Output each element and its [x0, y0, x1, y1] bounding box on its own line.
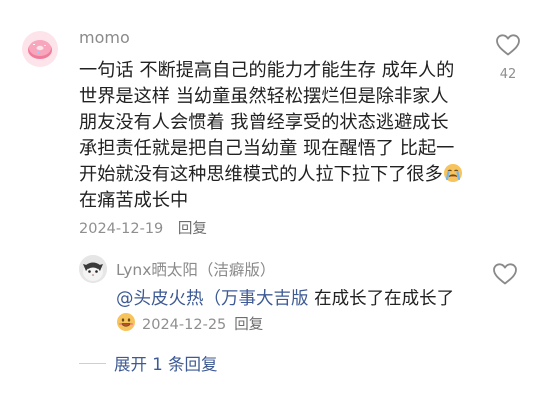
crying-face-emoji [443, 164, 462, 182]
cat-avatar-icon [79, 255, 107, 283]
reply-like-button[interactable] [492, 262, 518, 290]
comment-meta: 2024-12-19 回复 [79, 217, 207, 238]
comment-date: 2024-12-19 [79, 221, 164, 237]
heart-outline-icon [496, 34, 520, 56]
reply-body: @头皮火热（万事大吉版 在成长了在成长了 2024-12-25 回复 [116, 287, 466, 338]
comment-text: 一句话 不断提高自己的能力才能生存 成年人的世界是这样 当幼童虽然轻松摆烂但是除… [79, 60, 455, 185]
mention-link[interactable]: @头皮火热（万事大吉版 [116, 289, 309, 309]
replier-avatar[interactable] [79, 255, 107, 283]
reply-meta: 2024-12-25 回复 [142, 317, 263, 333]
reply-button[interactable]: 回复 [178, 221, 207, 237]
grinning-face-emoji [117, 313, 135, 331]
comment-text-tail: 在痛苦成长中 [79, 190, 189, 211]
reply-reply-button[interactable]: 回复 [234, 317, 263, 333]
comment-body: 一句话 不断提高自己的能力才能生存 成年人的世界是这样 当幼童虽然轻松摆烂但是除… [79, 58, 464, 214]
reply-text: 在成长了在成长了 [314, 289, 455, 309]
like-button[interactable]: 42 [490, 33, 526, 82]
heart-outline-icon [493, 263, 517, 285]
replier-username[interactable]: Lynx晒太阳（洁癖版） [116, 258, 275, 280]
expand-divider [79, 362, 106, 364]
expand-replies-button[interactable]: 展开 1 条回复 [79, 351, 218, 375]
expand-replies-label[interactable]: 展开 1 条回复 [114, 351, 218, 375]
donut-avatar-icon [28, 40, 52, 59]
commenter-avatar[interactable] [22, 31, 58, 67]
reply-date: 2024-12-25 [142, 317, 227, 333]
commenter-username[interactable]: momo [79, 28, 130, 47]
like-count: 42 [499, 67, 517, 82]
